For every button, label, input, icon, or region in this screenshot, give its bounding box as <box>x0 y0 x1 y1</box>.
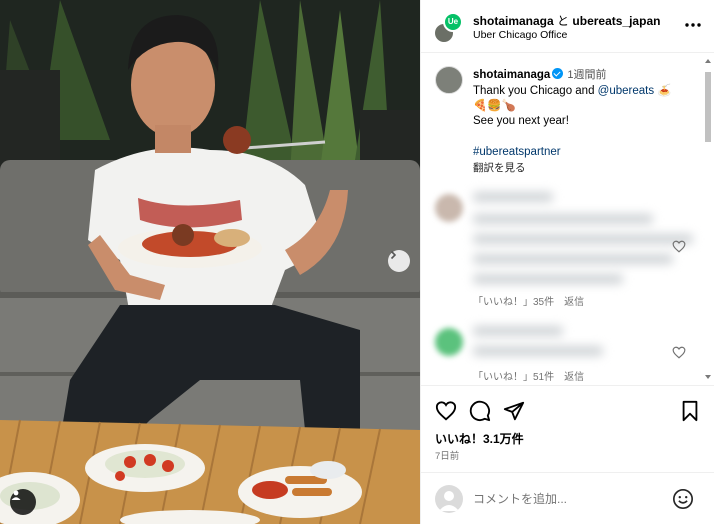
post-authors: shotaimanaga と ubereats_japan <box>473 12 660 29</box>
comment-like-icon[interactable] <box>672 240 686 253</box>
caption-text: See you next year! <box>473 115 569 127</box>
mention-link[interactable]: @ubereats <box>598 85 654 97</box>
caption-text: Thank you Chicago and <box>473 85 598 97</box>
comment-likes[interactable]: 「いいね！」35件 <box>473 297 554 308</box>
caption-line: Thank you Chicago and @ubereats 🍝 <box>473 83 672 97</box>
post-actions: いいね！3.1万件 7日前 <box>421 385 714 471</box>
comment-icon[interactable] <box>469 400 491 422</box>
translate-link[interactable]: 翻訳を見る <box>473 160 526 175</box>
connector-text: と <box>557 14 570 28</box>
comment-meta: 「いいね！」35件 返信 <box>473 293 594 308</box>
comment-text-blurred <box>473 214 653 224</box>
comment-likes[interactable]: 「いいね！」51件 <box>473 372 554 383</box>
collab-author-link[interactable]: ubereats_japan <box>572 14 660 28</box>
scroll-up-icon[interactable] <box>703 56 713 66</box>
heart-icon[interactable] <box>435 400 457 422</box>
post-image <box>0 0 420 524</box>
chevron-right-icon <box>390 250 397 260</box>
comment-text-blurred <box>473 254 673 264</box>
reply-button[interactable]: 返信 <box>564 297 584 308</box>
caption-header: shotaimanaga 1週間前 <box>473 66 606 82</box>
post-photo[interactable] <box>0 0 420 524</box>
user-tag-icon <box>11 490 21 500</box>
more-icon <box>685 23 701 27</box>
add-comment-bar <box>421 472 714 524</box>
hashtag-link[interactable]: #ubereatspartner <box>473 146 561 158</box>
caption-time[interactable]: 1週間前 <box>567 69 606 81</box>
collab-avatars[interactable]: Ue <box>433 12 463 44</box>
post-header: Ue shotaimanaga と ubereats_japan Uber Ch… <box>421 0 714 53</box>
emoji-icon[interactable] <box>672 488 694 510</box>
more-options-button[interactable] <box>683 18 703 32</box>
author-link[interactable]: shotaimanaga <box>473 14 554 28</box>
verified-badge-icon <box>552 68 564 79</box>
comment-username-blurred <box>473 192 553 202</box>
post-detail-panel: Ue shotaimanaga と ubereats_japan Uber Ch… <box>420 0 714 524</box>
post-date[interactable]: 7日前 <box>435 448 459 462</box>
comments-scroll-area[interactable]: shotaimanaga 1週間前 Thank you Chicago and @… <box>421 54 714 384</box>
reply-button[interactable]: 返信 <box>564 372 584 383</box>
comment-text-blurred <box>473 274 623 284</box>
avatar[interactable] <box>435 328 463 356</box>
avatar[interactable] <box>435 194 463 222</box>
caption-username[interactable]: shotaimanaga <box>473 69 550 81</box>
tagged-users-button[interactable] <box>10 489 36 515</box>
comment-text-blurred <box>473 234 693 244</box>
brand-avatar: Ue <box>443 12 463 32</box>
scroll-down-icon[interactable] <box>703 372 713 382</box>
comment-like-icon[interactable] <box>672 346 686 359</box>
next-photo-button[interactable] <box>388 250 410 272</box>
caption-emoji: 🍝 <box>657 85 672 97</box>
location-link[interactable]: Uber Chicago Office <box>473 29 567 41</box>
avatar[interactable] <box>435 66 463 94</box>
avatar <box>435 485 463 513</box>
scrollbar[interactable] <box>703 54 713 384</box>
comment-input[interactable] <box>473 491 663 507</box>
comment-text-blurred <box>473 346 603 356</box>
scrollbar-thumb[interactable] <box>705 72 711 142</box>
share-icon[interactable] <box>503 400 525 422</box>
caption-emoji-line: 🍕🍔🍗 <box>473 100 516 112</box>
likes-count[interactable]: いいね！3.1万件 <box>435 430 524 447</box>
bookmark-icon[interactable] <box>679 400 701 422</box>
comment-username-blurred <box>473 326 563 336</box>
comment-meta: 「いいね！」51件 返信 <box>473 368 594 383</box>
default-user-icon <box>439 491 459 511</box>
